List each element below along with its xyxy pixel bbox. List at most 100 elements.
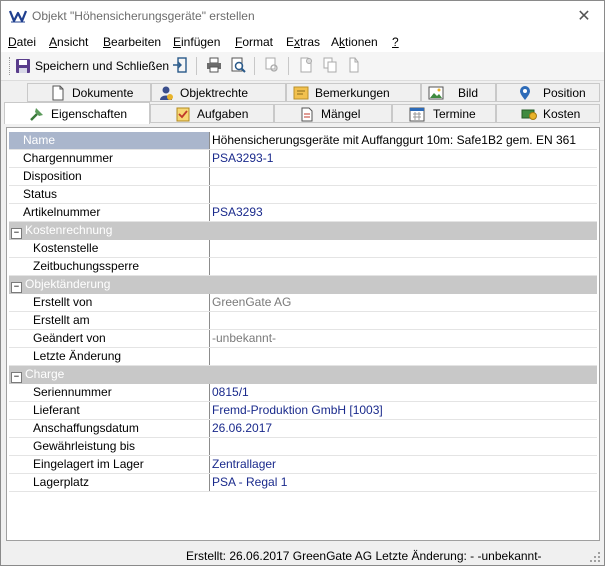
tab-label: Termine [433,106,476,121]
property-row[interactable]: Seriennummer 0815/1 [9,384,597,402]
tab-objektrechte[interactable]: Objektrechte [151,83,286,102]
property-row[interactable]: Status [9,186,597,204]
menu-extras[interactable]: Extras [286,35,320,49]
property-value[interactable]: 0815/1 [210,384,597,401]
category-row[interactable]: − Charge [9,366,597,384]
category-text: Kostenrechnung [25,223,113,237]
tab-label: Bemerkungen [315,85,390,100]
user-rights-icon [160,86,173,100]
property-row[interactable]: Artikelnummer PSA3293 [9,204,597,222]
exit-icon[interactable] [172,57,188,73]
toolbar: Speichern und Schließen [1,52,604,81]
property-label: Artikelnummer [9,204,210,221]
print-icon[interactable] [206,57,222,73]
property-value[interactable] [210,438,597,455]
tab-label: Kosten [543,106,581,121]
property-value[interactable]: PSA - Regal 1 [210,474,597,491]
paste-icon[interactable] [346,57,362,73]
collapse-icon[interactable]: − [11,228,22,239]
tab-position[interactable]: Position [496,83,600,102]
property-value[interactable]: GreenGate AG [210,294,597,311]
property-value[interactable] [210,186,597,203]
status-bar: Erstellt: 26.06.2017 GreenGate AG Letzte… [1,546,604,565]
property-row[interactable]: Erstellt am [9,312,597,330]
toolbar-grip[interactable] [9,57,13,75]
category-row[interactable]: − Kostenrechnung [9,222,597,240]
property-value[interactable]: Fremd-Produktion GmbH [1003] [210,402,597,419]
close-button[interactable]: ✕ [564,1,604,32]
property-label: Status [9,186,210,203]
copy-format-icon[interactable] [264,57,280,73]
image-icon [428,86,444,99]
property-value[interactable]: -unbekannt- [210,330,597,347]
property-row[interactable]: Lieferant Fremd-Produktion GmbH [1003] [9,402,597,420]
app-logo-icon [9,10,27,23]
property-row[interactable]: Chargennummer PSA3293-1 [9,150,597,168]
save-and-close-label: Speichern und Schließen [35,59,170,73]
tab-kosten[interactable]: Kosten [496,104,600,123]
tab-dokumente[interactable]: Dokumente [27,83,151,102]
property-label: Erstellt von [9,294,210,311]
title-bar: Objekt "Höhensicherungsgeräte" erstellen… [1,1,604,32]
property-row[interactable]: Letzte Änderung [9,348,597,366]
property-label: Chargennummer [9,150,210,167]
property-row[interactable]: Eingelagert im Lager Zentrallager [9,456,597,474]
menu-ansicht[interactable]: Ansicht [49,35,88,49]
menu-help[interactable]: ? [392,35,399,49]
property-value[interactable]: Zentrallager [210,456,597,473]
tab-label: Dokumente [72,85,134,100]
tab-aufgaben[interactable]: Aufgaben [150,104,274,123]
status-text: Erstellt: 26.06.2017 GreenGate AG Letzte… [186,549,542,563]
toolbar-separator [254,57,255,75]
property-row[interactable]: Geändert von -unbekannt- [9,330,597,348]
property-value[interactable] [210,258,597,275]
menu-einfuegen[interactable]: Einfügen [173,35,220,49]
properties-icon [30,107,43,121]
property-value[interactable]: PSA3293 [210,204,597,221]
resize-grip-icon[interactable] [589,551,601,563]
new-document-icon[interactable] [298,57,314,73]
category-text: Charge [25,367,65,381]
property-row[interactable]: Gewährleistung bis [9,438,597,456]
collapse-icon[interactable]: − [11,282,22,293]
menu-aktionen[interactable]: Aktionen [331,35,378,49]
duplicate-icon[interactable] [322,57,338,73]
print-preview-icon[interactable] [230,57,246,73]
category-value-cell [210,222,597,239]
category-text: Objektänderung [25,277,111,291]
tab-bild[interactable]: Bild [421,83,496,102]
location-pin-icon [520,85,530,100]
category-row[interactable]: − Objektänderung [9,276,597,294]
property-row[interactable]: Kostenstelle [9,240,597,258]
property-label: Disposition [9,168,210,185]
property-row[interactable]: Disposition [9,168,597,186]
tab-label: Aufgaben [197,106,249,121]
property-value[interactable] [210,348,597,365]
property-row[interactable]: Anschaffungsdatum 26.06.2017 [9,420,597,438]
property-row[interactable]: Name Höhensicherungsgeräte mit Auffanggur… [9,132,597,150]
tab-termine[interactable]: Termine [392,104,496,123]
property-row[interactable]: Zeitbuchungssperre [9,258,597,276]
property-value[interactable]: Höhensicherungsgeräte mit Auffanggurt 10… [210,132,597,149]
property-value[interactable]: PSA3293-1 [210,150,597,167]
menu-datei[interactable]: Datei [8,35,36,49]
property-label: Erstellt am [9,312,210,329]
tab-maengel[interactable]: Mängel [274,104,392,123]
property-value[interactable] [210,312,597,329]
tab-label: Mängel [321,106,361,121]
save-icon [16,59,30,73]
category-label: − Objektänderung [9,276,210,293]
tab-eigenschaften[interactable]: Eigenschaften [4,102,150,124]
property-row[interactable]: Erstellt von GreenGate AG [9,294,597,312]
save-and-close-button[interactable]: Speichern und Schließen [15,56,169,76]
property-value[interactable] [210,240,597,257]
property-label: Kostenstelle [9,240,210,257]
property-value[interactable]: 26.06.2017 [210,420,597,437]
menu-bearbeiten[interactable]: Bearbeiten [103,35,161,49]
menu-format[interactable]: Format [235,35,273,49]
menu-bar: Datei Ansicht Bearbeiten Einfügen Format… [1,32,604,52]
collapse-icon[interactable]: − [11,372,22,383]
property-value[interactable] [210,168,597,185]
property-row[interactable]: Lagerplatz PSA - Regal 1 [9,474,597,492]
tab-bemerkungen[interactable]: Bemerkungen [286,83,421,102]
